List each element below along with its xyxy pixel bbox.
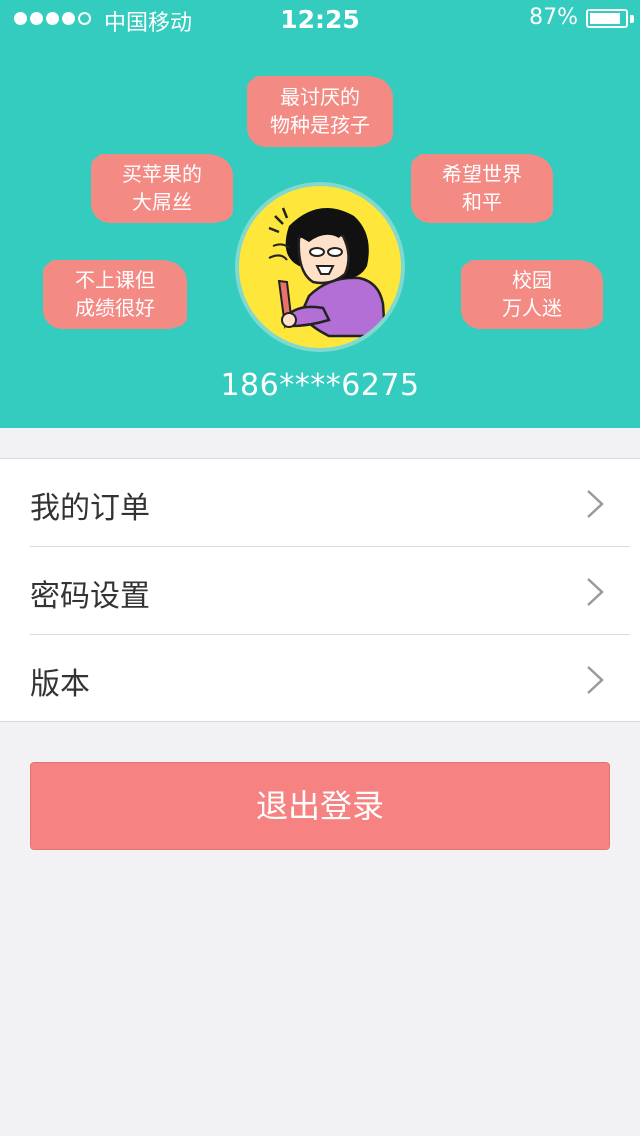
phone-number: 186****6275 <box>220 368 420 403</box>
tag-line: 大屌丝 <box>132 190 192 214</box>
profile-tag: 希望世界 和平 <box>414 154 550 222</box>
profile-tag: 买苹果的 大屌丝 <box>94 154 230 222</box>
profile-header: 中国移动 12:25 87% 最讨厌的 物种是孩子 买苹果的 大屌丝 希望世界 … <box>0 0 640 428</box>
chevron-right-icon <box>587 666 604 694</box>
tag-line: 成绩很好 <box>75 296 155 320</box>
logout-button[interactable]: 退出登录 <box>30 762 610 850</box>
tag-line: 希望世界 <box>442 162 522 186</box>
menu-item-label: 我的订单 <box>30 491 150 526</box>
chevron-right-icon <box>587 578 604 606</box>
profile-tag: 不上课但 成绩很好 <box>46 260 184 328</box>
menu-item-label: 密码设置 <box>30 579 150 614</box>
chevron-right-icon <box>587 490 604 518</box>
avatar[interactable] <box>235 182 405 352</box>
tag-line: 和平 <box>462 190 502 214</box>
menu-item-label: 版本 <box>30 667 90 702</box>
profile-tag: 最讨厌的 物种是孩子 <box>250 76 390 146</box>
settings-menu: 我的订单 密码设置 版本 <box>0 458 640 722</box>
tag-line: 校园 <box>512 268 552 292</box>
tag-line: 万人迷 <box>502 296 562 320</box>
tag-line: 买苹果的 <box>122 162 202 186</box>
menu-item-my-orders[interactable]: 我的订单 <box>0 459 640 547</box>
battery-percent: 87% <box>529 5 578 30</box>
tag-line: 最讨厌的 <box>280 85 360 109</box>
profile-tag: 校园 万人迷 <box>464 260 600 328</box>
menu-item-version[interactable]: 版本 <box>0 635 640 723</box>
menu-item-password-settings[interactable]: 密码设置 <box>0 547 640 635</box>
status-bar: 中国移动 12:25 87% <box>0 0 640 40</box>
battery-icon <box>586 9 628 28</box>
tag-line: 物种是孩子 <box>270 113 370 137</box>
cartoon-avatar-icon <box>268 207 387 338</box>
tag-line: 不上课但 <box>75 268 155 292</box>
